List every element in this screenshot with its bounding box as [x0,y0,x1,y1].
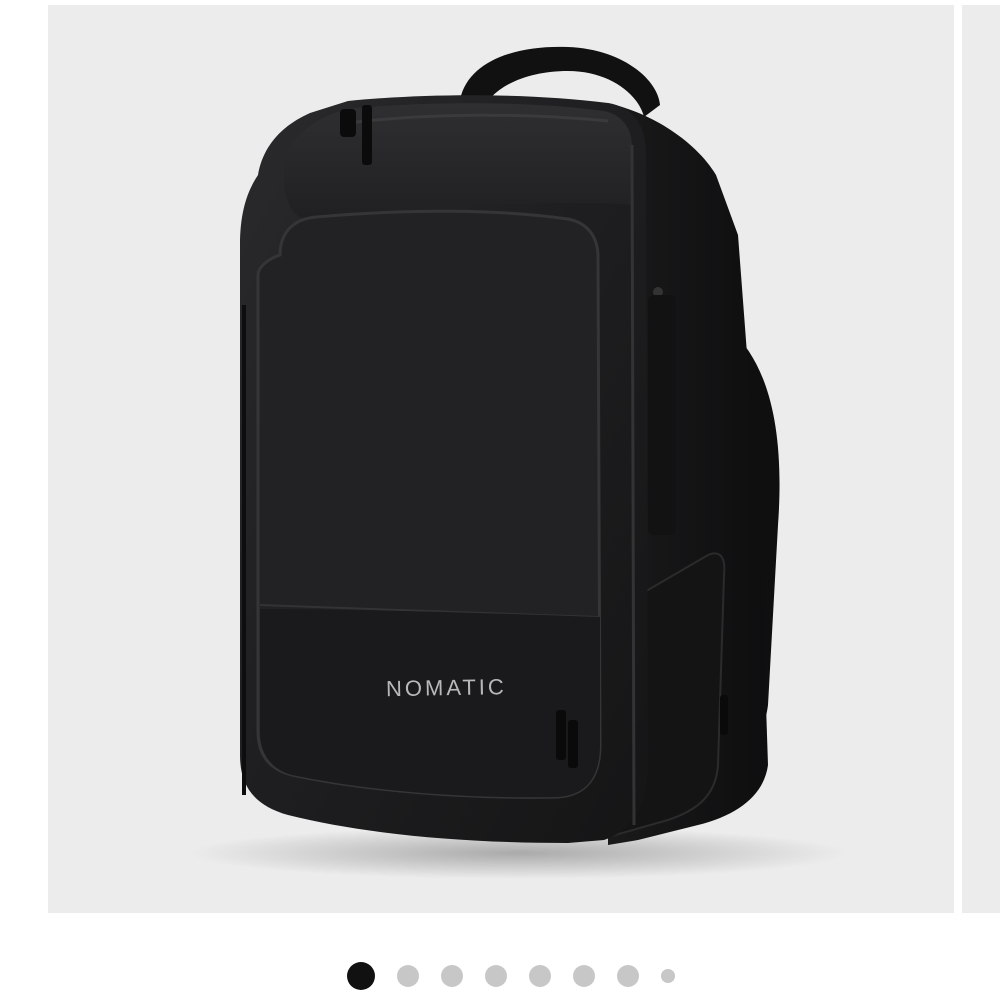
pagination-dot-5[interactable] [529,965,551,987]
pagination-dot-3[interactable] [441,965,463,987]
product-image-gallery: NOMATIC [0,0,1000,1000]
pagination-dot-8[interactable] [661,969,675,983]
pagination-dot-1[interactable] [347,962,375,990]
pagination-dot-2[interactable] [397,965,419,987]
gallery-pagination [0,958,1000,994]
pagination-dot-7[interactable] [617,965,639,987]
backpack-product-photo [188,46,848,879]
pagination-dot-6[interactable] [573,965,595,987]
gallery-slide-next-peek[interactable] [962,5,1000,913]
pagination-dot-4[interactable] [485,965,507,987]
gallery-slide-active[interactable]: NOMATIC [48,5,954,913]
